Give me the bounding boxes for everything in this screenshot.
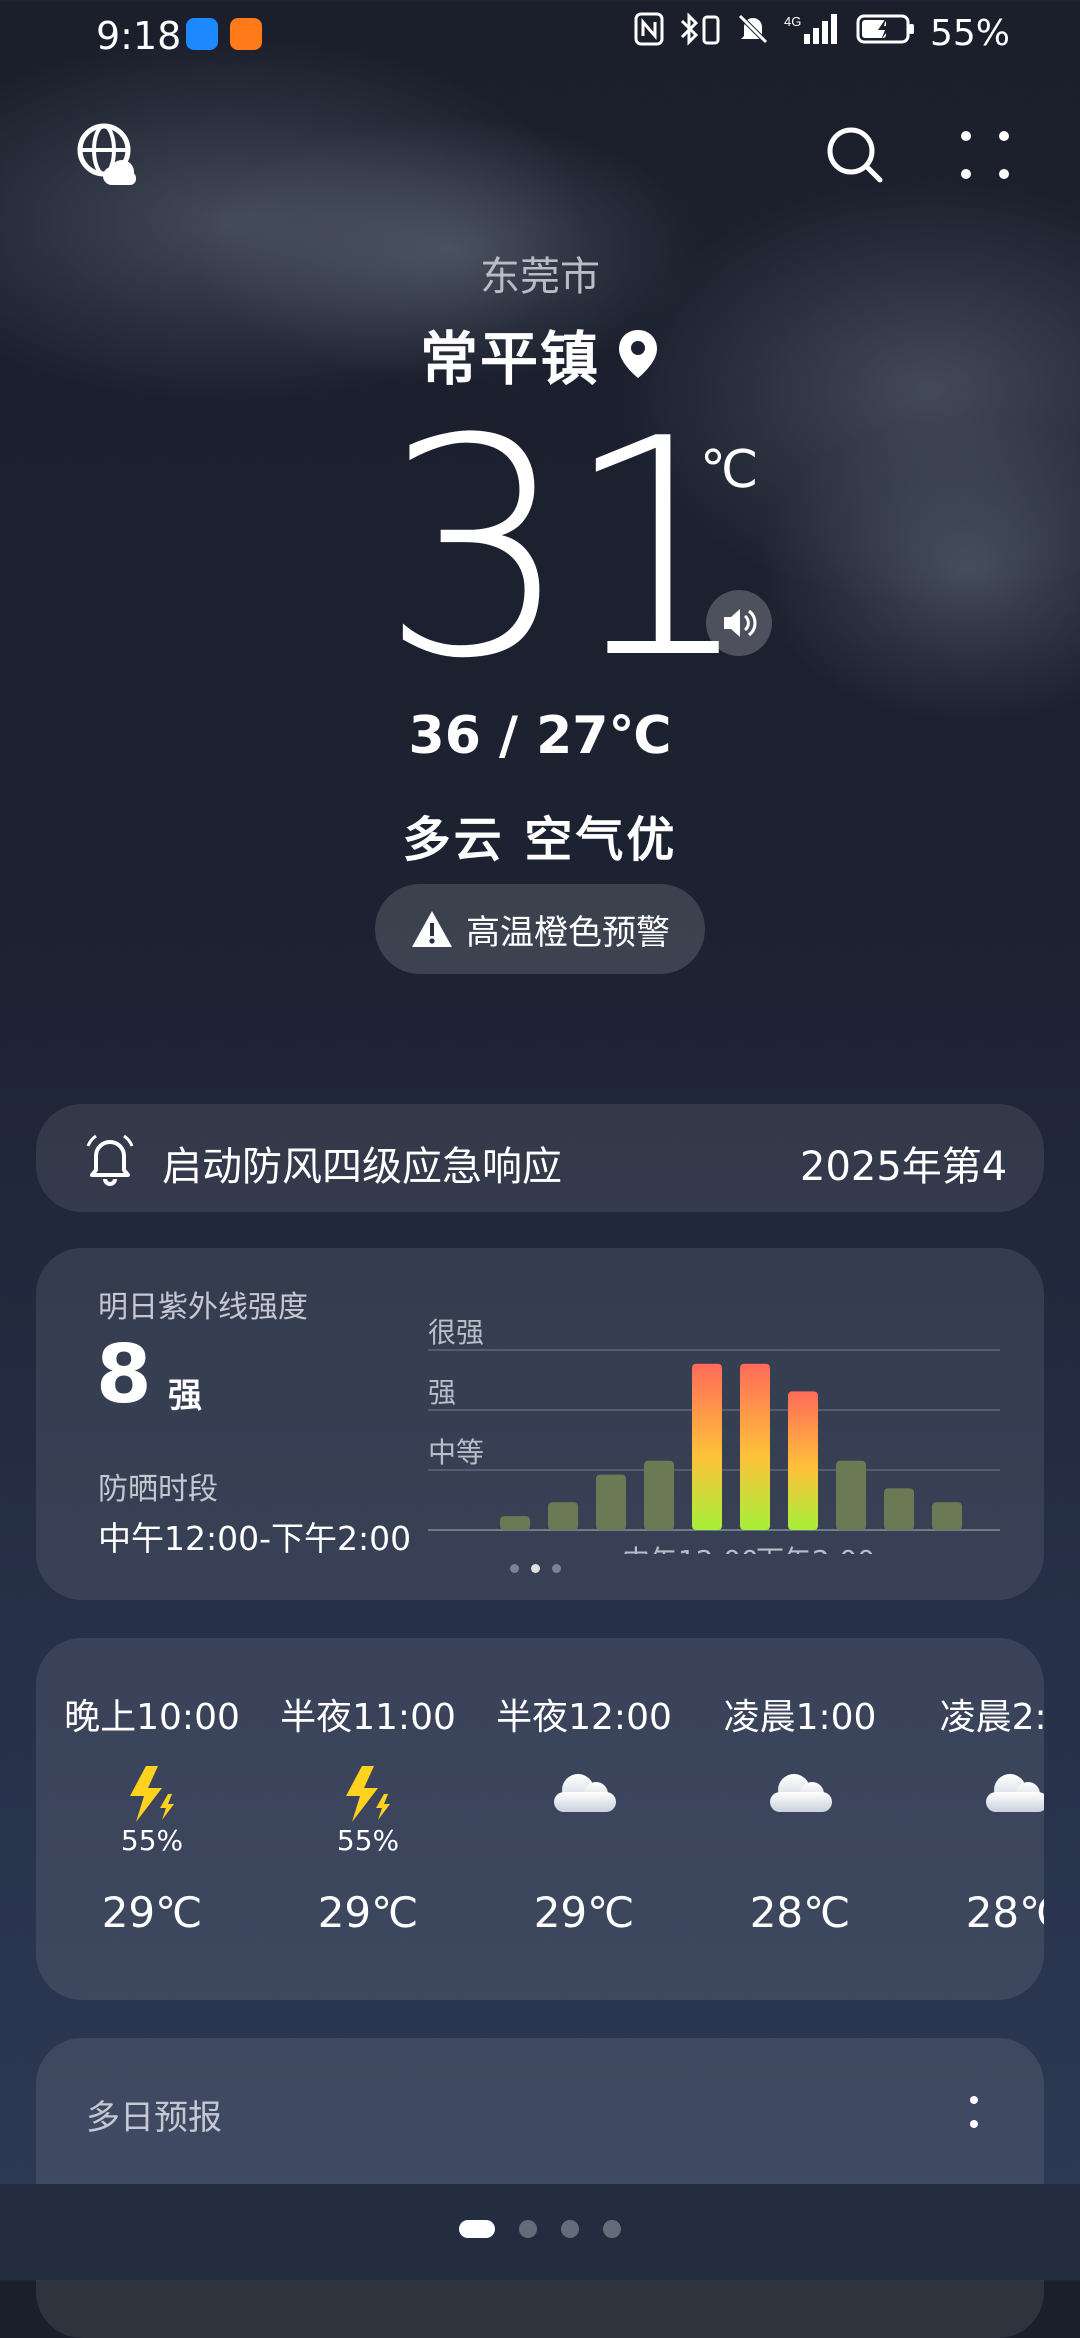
card-page-indicator	[510, 1564, 561, 1573]
uv-forecast-chart: 很强 强 中等 中午12:00 下午2:00	[428, 1316, 1000, 1554]
hourly-item: 半夜12:00 29℃	[476, 1688, 692, 1937]
hourly-item: 晚上10:00 55% 29℃	[44, 1688, 260, 1937]
hour-time: 晚上10:00	[64, 1697, 240, 1738]
uv-bar	[692, 1363, 722, 1530]
uv-value: 8	[96, 1328, 152, 1421]
speaker-icon	[724, 609, 757, 637]
hour-temperature: 29℃	[101, 1888, 203, 1937]
hourly-forecast-card[interactable]: 晚上10:00 55% 29℃ 半夜11:00 55% 29℃ 半夜12:00 29℃ 凌晨1:…	[36, 1638, 1044, 2000]
multi-day-label: 多日预报	[86, 2098, 222, 2138]
hour-temperature: 28℃	[965, 1888, 1044, 1937]
voice-broadcast-button[interactable]	[706, 590, 772, 656]
uv-bar	[500, 1516, 530, 1530]
weather-alert-button[interactable]: 高温橙色预警	[375, 884, 705, 974]
uv-level: 强	[168, 1376, 202, 1416]
uv-bar	[788, 1391, 818, 1530]
alert-text: 高温橙色预警	[466, 912, 670, 953]
svg-text:4G: 4G	[784, 14, 801, 29]
hour-temperature: 29℃	[533, 1888, 635, 1937]
hourly-item: 半夜11:00 55% 29℃	[260, 1688, 476, 1937]
hourly-item: 凌晨2:00 28℃	[908, 1688, 1044, 1937]
hour-time: 半夜11:00	[280, 1697, 456, 1738]
temperature-unit: ℃	[700, 440, 759, 500]
battery-percent: 55%	[929, 13, 1010, 54]
uv-bar	[740, 1363, 770, 1530]
status-bar: 9:18 4G 55%	[0, 0, 1080, 72]
nfc-icon	[634, 12, 664, 55]
high-low-temperature: 36 / 27℃	[408, 706, 672, 766]
hour-time: 凌晨2:00	[939, 1697, 1044, 1738]
uv-label: 明日紫外线强度	[98, 1290, 308, 1325]
hourly-item: 凌晨1:00 28℃	[692, 1688, 908, 1937]
hour-time: 半夜12:00	[496, 1697, 672, 1738]
battery-charging-icon	[856, 12, 916, 55]
more-options-button[interactable]	[950, 120, 1020, 190]
hour-temperature: 28℃	[749, 1888, 851, 1937]
search-icon	[827, 127, 883, 183]
uv-bar	[548, 1502, 578, 1530]
uv-x-label-noon: 中午12:00	[622, 1544, 759, 1554]
search-button[interactable]	[820, 120, 890, 190]
uv-bar	[932, 1502, 962, 1530]
weather-condition: 多云 空气优	[402, 812, 678, 868]
uv-bar	[884, 1488, 914, 1530]
current-temperature: 31	[380, 375, 754, 724]
sun-protection-period: 中午12:00-下午2:00	[98, 1519, 412, 1558]
shopping-app-icon	[230, 18, 262, 50]
page-indicator	[0, 2220, 1080, 2238]
uv-bar	[836, 1460, 866, 1530]
warning-icon	[412, 911, 452, 947]
precipitation-chance: 55%	[336, 1824, 400, 1857]
uv-x-label-2pm: 下午2:00	[756, 1544, 875, 1554]
uv-axis-label-strong: 强	[428, 1376, 456, 1409]
uv-index-card[interactable]: 明日紫外线强度 8 强 防晒时段 中午12:00-下午2:00 很强 强 中等 …	[36, 1248, 1044, 1600]
bluetooth-battery-icon	[678, 12, 722, 55]
notification-bell-icon	[86, 1134, 134, 1186]
news-ticker-card[interactable]: 启动防风四级应急响应 2025年第4	[36, 1104, 1044, 1212]
news-headline: 启动防风四级应急响应	[162, 1144, 562, 1190]
precipitation-chance	[692, 1824, 908, 1854]
uv-axis-label-very-strong: 很强	[428, 1316, 484, 1349]
precipitation-chance	[476, 1824, 692, 1854]
uv-bar	[596, 1474, 626, 1530]
sun-protection-label: 防晒时段	[98, 1472, 218, 1507]
status-time: 9:18	[96, 14, 182, 58]
news-headline-next: 2025年第4	[800, 1144, 1008, 1190]
hour-time: 凌晨1:00	[723, 1697, 877, 1738]
signal-icon: 4G	[784, 12, 842, 55]
more-vertical-icon[interactable]	[966, 2092, 982, 2132]
precipitation-chance: 55%	[120, 1824, 184, 1857]
uv-axis-label-moderate: 中等	[428, 1436, 484, 1469]
security-app-icon	[186, 18, 218, 50]
globe-cloud-icon	[77, 123, 136, 185]
four-dots-menu-icon	[961, 131, 1009, 179]
precipitation-chance	[908, 1824, 1044, 1854]
location-pin-icon	[619, 330, 657, 378]
city-name: 东莞市	[480, 254, 600, 300]
city-management-button[interactable]	[74, 120, 144, 190]
hour-temperature: 29℃	[317, 1888, 419, 1937]
uv-bar	[644, 1460, 674, 1530]
mute-bell-icon	[736, 12, 770, 55]
